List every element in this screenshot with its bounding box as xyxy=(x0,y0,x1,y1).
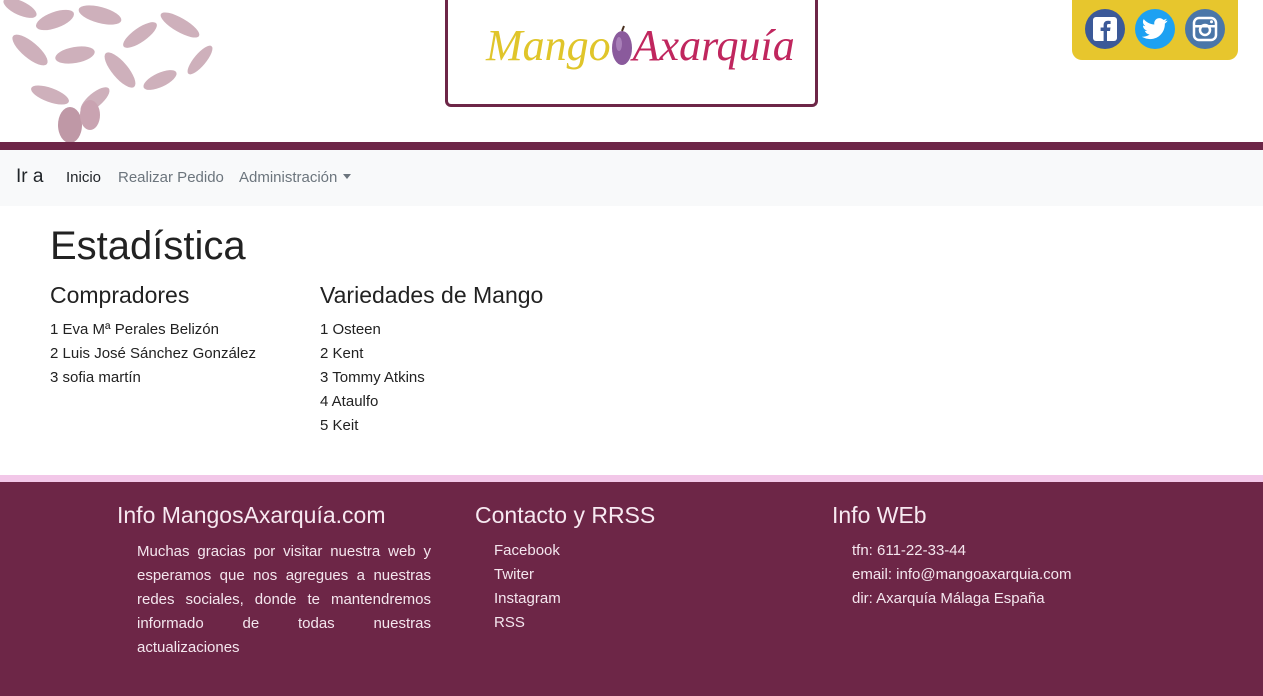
footer-contact-heading: Contacto y RRSS xyxy=(475,502,656,528)
page-title: Estadística xyxy=(50,224,246,268)
logo-text-mango: Mango xyxy=(486,21,611,70)
list-item: 3 Tommy Atkins xyxy=(320,369,425,386)
logo-text-axarquia: Axarquía xyxy=(632,21,795,70)
footer-link-rss[interactable]: RSS xyxy=(494,612,561,636)
footer-link-instagram[interactable]: Instagram xyxy=(494,588,561,612)
footer-link-facebook[interactable]: Facebook xyxy=(494,540,561,564)
facebook-icon[interactable] xyxy=(1085,9,1125,49)
nav-link-realizar-pedido[interactable]: Realizar Pedido xyxy=(118,169,224,186)
site-header: Mango Axarquía xyxy=(0,0,1263,142)
navbar-brand[interactable]: Ir a xyxy=(16,166,43,188)
footer-web-heading: Info WEb xyxy=(832,502,927,528)
list-item: 5 Keit xyxy=(320,417,359,434)
nav-link-inicio[interactable]: Inicio xyxy=(66,169,101,186)
buyers-heading: Compradores xyxy=(50,282,190,308)
list-item: 2 Kent xyxy=(320,345,364,362)
footer-contact-links: Facebook Twiter Instagram RSS xyxy=(494,540,561,636)
footer-info-heading: Info MangosAxarquía.com xyxy=(117,502,386,528)
header-divider xyxy=(0,142,1263,150)
footer-web-info: tfn: 611-22-33-44 email: info@mangoaxarq… xyxy=(852,540,1072,612)
mango-leaves-decoration xyxy=(3,0,213,142)
footer-address: dir: Axarquía Málaga España xyxy=(852,590,1045,607)
list-item: 3 sofia martín xyxy=(50,369,141,386)
footer-divider xyxy=(0,475,1263,482)
social-links xyxy=(1072,0,1238,60)
site-footer: Info MangosAxarquía.com Muchas gracias p… xyxy=(0,482,1263,696)
footer-info-text: Muchas gracias por visitar nuestra web y… xyxy=(137,543,431,656)
varieties-heading: Variedades de Mango xyxy=(320,282,544,308)
nav-dropdown-label: Administración xyxy=(239,169,338,186)
nav-dropdown-administracion[interactable]: Administración xyxy=(239,169,352,186)
footer-phone: tfn: 611-22-33-44 xyxy=(852,542,966,559)
site-logo[interactable]: Mango Axarquía xyxy=(445,0,818,107)
twitter-icon[interactable] xyxy=(1135,9,1175,49)
footer-link-twitter[interactable]: Twiter xyxy=(494,564,561,588)
list-item: 4 Ataulfo xyxy=(320,393,379,410)
footer-email: email: info@mangoaxarquia.com xyxy=(852,566,1072,583)
main-navbar: Ir a Inicio Realizar Pedido Administraci… xyxy=(0,150,1263,206)
list-item: 1 Eva Mª Perales Belizón xyxy=(50,321,219,338)
caret-down-icon xyxy=(343,174,352,179)
list-item: 1 Osteen xyxy=(320,321,381,338)
buyers-list: 1 Eva Mª Perales Belizón 2 Luis José Sán… xyxy=(50,319,256,391)
list-item: 2 Luis José Sánchez González xyxy=(50,345,256,362)
varieties-list: 1 Osteen 2 Kent 3 Tommy Atkins 4 Ataulfo… xyxy=(320,319,425,439)
mango-fruit-icon xyxy=(611,25,632,65)
instagram-icon[interactable] xyxy=(1185,9,1225,49)
